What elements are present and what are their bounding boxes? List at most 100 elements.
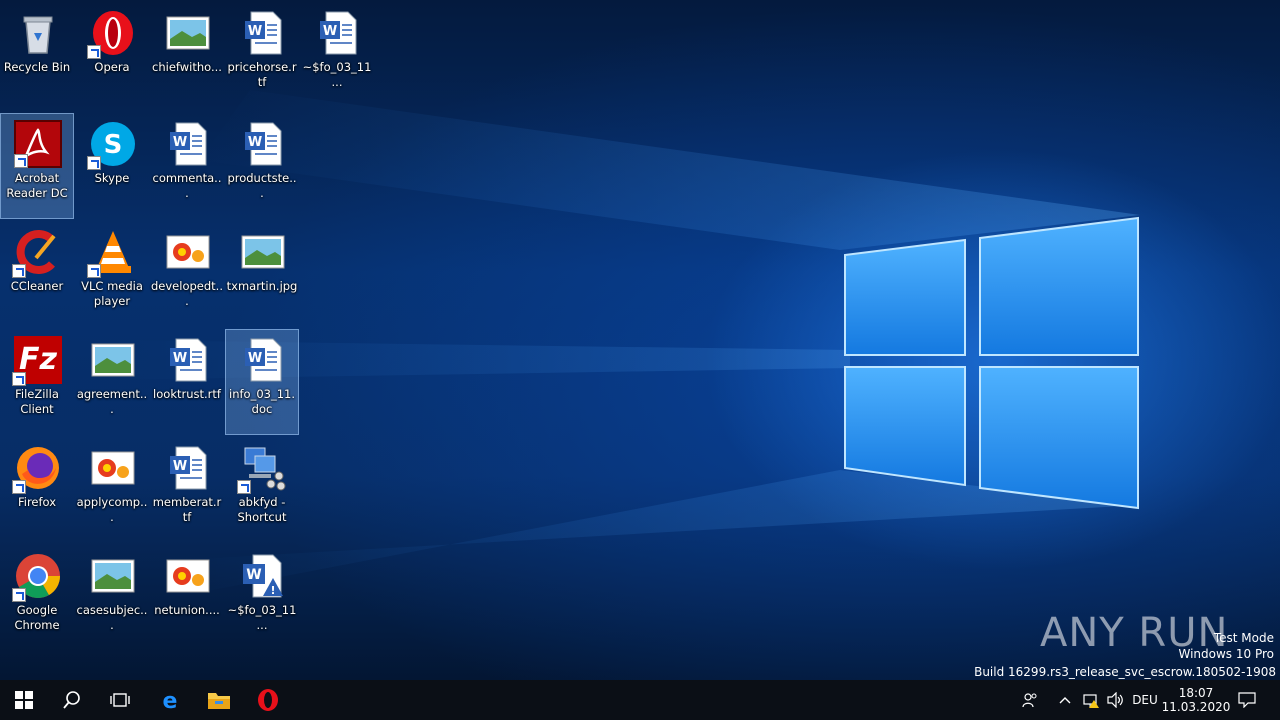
- desktop-icon-ccleaner[interactable]: CCleaner: [0, 221, 74, 327]
- network-warning-icon: [1083, 694, 1099, 708]
- network-tray-button[interactable]: [1078, 680, 1104, 720]
- svg-text:W: W: [173, 135, 187, 150]
- speaker-icon: [1107, 692, 1123, 708]
- ccleaner-icon: [12, 228, 62, 278]
- skype-icon: S: [87, 120, 137, 170]
- icon-label: ~$fo_03_11...: [227, 603, 297, 632]
- icon-label: Google Chrome: [14, 603, 60, 632]
- word-document-icon: W: [170, 446, 207, 490]
- opera-icon: [87, 9, 137, 59]
- desktop-icon-productste[interactable]: W productste...: [225, 113, 299, 219]
- desktop-icon-fo-temp-doc[interactable]: W ! ~$fo_03_11...: [225, 545, 299, 651]
- desktop-icon-filezilla[interactable]: Fz FileZilla Client: [0, 329, 74, 435]
- search-button[interactable]: [48, 680, 96, 720]
- desktop-icon-acrobat-reader[interactable]: Acrobat Reader DC: [0, 113, 74, 219]
- desktop-icon-applycomp[interactable]: applycomp...: [75, 437, 149, 543]
- svg-text:W: W: [248, 24, 262, 39]
- people-button[interactable]: [1016, 680, 1044, 720]
- desktop-icon-chrome[interactable]: Google Chrome: [0, 545, 74, 651]
- icon-label: VLC media player: [81, 279, 143, 308]
- svg-text:!: !: [270, 584, 275, 597]
- desktop-icon-memberat[interactable]: W memberat.rtf: [150, 437, 224, 543]
- icon-label: pricehorse.rtf: [227, 60, 297, 89]
- start-button[interactable]: [0, 680, 48, 720]
- opera-icon: [258, 689, 278, 711]
- icon-label: FileZilla Client: [15, 387, 59, 416]
- network-shortcut-icon: [237, 444, 287, 494]
- desktop-icon-netunion[interactable]: netunion....: [150, 545, 224, 651]
- icon-label: agreement...: [76, 387, 148, 416]
- icon-label: txmartin.jpg: [226, 279, 298, 293]
- desktop-icon-looktrust[interactable]: W looktrust.rtf: [150, 329, 224, 435]
- clock-date: 11.03.2020: [1161, 700, 1231, 714]
- search-icon: [63, 691, 80, 709]
- icon-label: Opera: [94, 60, 130, 74]
- desktop-icon-commenta[interactable]: W commenta...: [150, 113, 224, 219]
- icon-label: netunion....: [154, 603, 220, 617]
- desktop-icon-firefox[interactable]: Firefox: [0, 437, 74, 543]
- icon-label: looktrust.rtf: [153, 387, 221, 401]
- chevron-up-icon: [1059, 697, 1071, 704]
- vlc-icon: [87, 228, 137, 278]
- build-text: Build 16299.rs3_release_svc_escrow.18050…: [974, 665, 1276, 679]
- icon-label: Skype: [94, 171, 130, 185]
- desktop-icon-recycle-bin[interactable]: Recycle Bin: [0, 2, 74, 108]
- desktop-icon-chiefwitho[interactable]: chiefwitho...: [150, 2, 224, 108]
- taskbar: e DEU 18:07 11.03.2020: [0, 680, 1280, 720]
- desktop-icon-fo-temp-rtf[interactable]: W ~$fo_03_11...: [300, 2, 374, 108]
- icon-label: chiefwitho...: [152, 60, 222, 74]
- show-hidden-icons-button[interactable]: [1054, 680, 1076, 720]
- edge-icon: e: [163, 689, 178, 712]
- task-view-button[interactable]: [96, 680, 144, 720]
- desktop-icon-opera[interactable]: Opera: [75, 2, 149, 108]
- icon-label: Firefox: [17, 495, 57, 509]
- task-view-icon: [110, 693, 130, 707]
- desktop-icon-vlc[interactable]: VLC media player: [75, 221, 149, 327]
- image-file-icon: [91, 343, 135, 377]
- icon-label: abkfyd - Shortcut: [237, 495, 287, 524]
- svg-text:W: W: [323, 24, 337, 39]
- edition-text: Windows 10 Pro: [1178, 647, 1274, 661]
- desktop-icon-developedt[interactable]: developedt...: [150, 221, 224, 327]
- icon-label: applycomp...: [76, 495, 148, 524]
- svg-text:S: S: [104, 130, 123, 160]
- word-document-icon: W: [245, 122, 282, 166]
- word-document-icon: W: [245, 11, 282, 55]
- word-document-icon: W: [245, 338, 282, 382]
- taskbar-edge[interactable]: e: [146, 680, 194, 720]
- image-file-icon: [166, 16, 210, 50]
- desktop-icon-txmartin[interactable]: txmartin.jpg: [225, 221, 299, 327]
- input-language-indicator[interactable]: DEU: [1128, 680, 1162, 720]
- word-document-icon: W: [320, 11, 357, 55]
- icon-label: CCleaner: [10, 279, 64, 293]
- chrome-icon: [12, 552, 62, 602]
- clock-time: 18:07: [1178, 686, 1214, 700]
- desktop-icon-casesubjec[interactable]: casesubjec...: [75, 545, 149, 651]
- svg-text:e: e: [163, 689, 178, 712]
- windows-logo: [844, 216, 1139, 510]
- desktop-icon-info-doc[interactable]: W info_03_11.doc: [225, 329, 299, 435]
- icon-label: casesubjec...: [76, 603, 148, 632]
- desktop-icon-skype[interactable]: S Skype: [75, 113, 149, 219]
- taskbar-file-explorer[interactable]: [195, 680, 243, 720]
- volume-tray-button[interactable]: [1104, 680, 1128, 720]
- taskbar-opera[interactable]: [244, 680, 292, 720]
- people-icon: [1022, 693, 1037, 708]
- desktop-icon-pricehorse[interactable]: W pricehorse.rtf: [225, 2, 299, 108]
- icon-label: memberat.rtf: [152, 495, 222, 524]
- desktop-icon-agreement[interactable]: agreement...: [75, 329, 149, 435]
- windows-start-icon: [15, 691, 33, 709]
- action-center-button[interactable]: [1232, 680, 1262, 720]
- desktop-icon-abkfyd-shortcut[interactable]: abkfyd - Shortcut: [225, 437, 299, 543]
- svg-text:W: W: [173, 459, 187, 474]
- image-file-icon: [241, 235, 285, 269]
- icon-label: productste...: [227, 171, 297, 200]
- clock[interactable]: 18:07 11.03.2020: [1161, 680, 1231, 720]
- svg-text:W: W: [248, 351, 262, 366]
- word-document-warning-icon: W !: [243, 554, 283, 598]
- filezilla-icon: Fz: [12, 336, 62, 386]
- desktop[interactable]: Recycle Bin Acrobat Reader DC CCleaner F…: [0, 0, 1280, 680]
- svg-text:W: W: [248, 135, 262, 150]
- word-document-icon: W: [170, 338, 207, 382]
- image-file-icon: [91, 559, 135, 593]
